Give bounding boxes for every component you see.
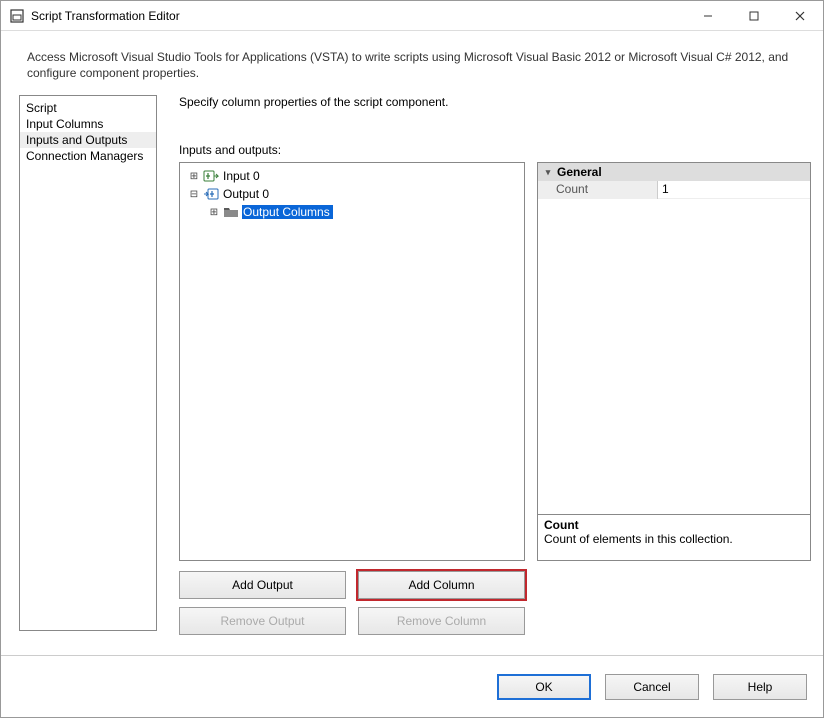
property-row[interactable]: Count 1 <box>538 181 810 199</box>
category-label: General <box>557 165 602 179</box>
dialog-footer: OK Cancel Help <box>1 655 823 717</box>
tree-label: Input 0 <box>222 169 263 183</box>
io-label: Inputs and outputs: <box>179 143 811 157</box>
property-description: Count Count of elements in this collecti… <box>538 514 810 560</box>
nav-item-script[interactable]: Script <box>20 100 156 116</box>
io-tree[interactable]: ⊞ Input 0 ⊟ Output 0 ⊞ <box>179 162 525 561</box>
property-value[interactable]: 1 <box>658 181 810 199</box>
tree-node-input0[interactable]: ⊞ Input 0 <box>182 167 522 185</box>
property-description-text: Count of elements in this collection. <box>544 532 804 546</box>
ok-button[interactable]: OK <box>497 674 591 700</box>
help-button[interactable]: Help <box>713 674 807 700</box>
nav-item-input-columns[interactable]: Input Columns <box>20 116 156 132</box>
collapse-icon[interactable]: ⊟ <box>188 189 200 200</box>
property-grid[interactable]: ▾ General Count 1 <box>538 163 810 514</box>
page-nav: Script Input Columns Inputs and Outputs … <box>19 95 157 631</box>
input-icon <box>203 168 219 184</box>
property-category[interactable]: ▾ General <box>538 163 810 181</box>
tree-node-output-columns[interactable]: ⊞ Output Columns <box>182 203 522 221</box>
property-description-title: Count <box>544 518 804 532</box>
minimize-button[interactable] <box>685 1 731 31</box>
tree-node-output0[interactable]: ⊟ Output 0 <box>182 185 522 203</box>
folder-icon <box>223 204 239 220</box>
chevron-down-icon: ▾ <box>542 167 554 178</box>
tree-label: Output Columns <box>242 205 333 219</box>
window-title: Script Transformation Editor <box>31 9 180 23</box>
cancel-button[interactable]: Cancel <box>605 674 699 700</box>
nav-item-inputs-outputs[interactable]: Inputs and Outputs <box>20 132 156 148</box>
property-name: Count <box>538 181 658 199</box>
nav-item-connection-managers[interactable]: Connection Managers <box>20 148 156 164</box>
add-output-button[interactable]: Add Output <box>179 571 346 599</box>
close-button[interactable] <box>777 1 823 31</box>
app-icon <box>9 8 25 24</box>
add-column-button[interactable]: Add Column <box>358 571 525 599</box>
remove-column-button: Remove Column <box>358 607 525 635</box>
title-bar: Script Transformation Editor <box>1 1 823 31</box>
output-icon <box>203 186 219 202</box>
page-instruction: Specify column properties of the script … <box>179 95 811 109</box>
expand-icon[interactable]: ⊞ <box>188 171 200 182</box>
tree-label: Output 0 <box>222 187 272 201</box>
property-panel: ▾ General Count 1 Count Count of element… <box>537 162 811 561</box>
remove-output-button: Remove Output <box>179 607 346 635</box>
maximize-button[interactable] <box>731 1 777 31</box>
editor-description: Access Microsoft Visual Studio Tools for… <box>1 31 823 95</box>
expand-icon[interactable]: ⊞ <box>208 207 220 218</box>
